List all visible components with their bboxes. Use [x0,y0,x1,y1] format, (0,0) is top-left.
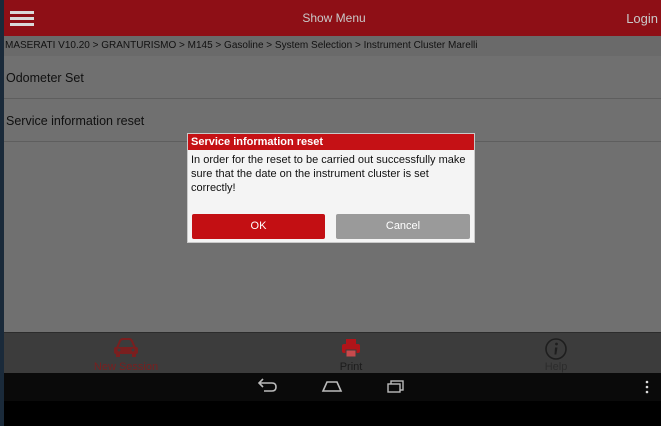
service-reset-dialog: Service information reset In order for t… [187,133,475,243]
print-button[interactable]: Print [291,333,411,374]
back-icon[interactable] [256,378,278,394]
login-button[interactable]: Login [626,11,658,26]
dialog-title: Service information reset [188,134,474,150]
bottom-toolbar: New Session Print Help [4,332,661,373]
app-screen: Show Menu Login MASERATI V10.20 > GRANTU… [0,0,661,426]
ok-button[interactable]: OK [192,214,325,239]
help-label: Help [544,361,568,373]
print-label: Print [339,361,363,373]
new-session-button[interactable]: New Session [66,333,186,374]
screen-bezel [4,401,661,426]
android-nav-bar [4,373,661,401]
dialog-message: In order for the reset to be carried out… [191,154,466,194]
top-bar: Show Menu Login [4,0,661,36]
menu-icon[interactable] [10,9,38,29]
breadcrumb: MASERATI V10.20 > GRANTURISMO > M145 > G… [4,36,661,56]
home-icon[interactable] [320,378,344,394]
car-icon [114,338,138,357]
cancel-button[interactable]: Cancel [336,214,470,239]
more-icon[interactable] [645,380,649,394]
new-session-label: New Session [93,361,159,373]
list-item-odometer-set[interactable]: Odometer Set [4,56,661,99]
topbar-title[interactable]: Show Menu [234,11,434,25]
help-button[interactable]: Help [496,333,616,374]
printer-icon [342,339,360,358]
info-icon [545,338,567,360]
recent-apps-icon[interactable] [386,378,406,394]
